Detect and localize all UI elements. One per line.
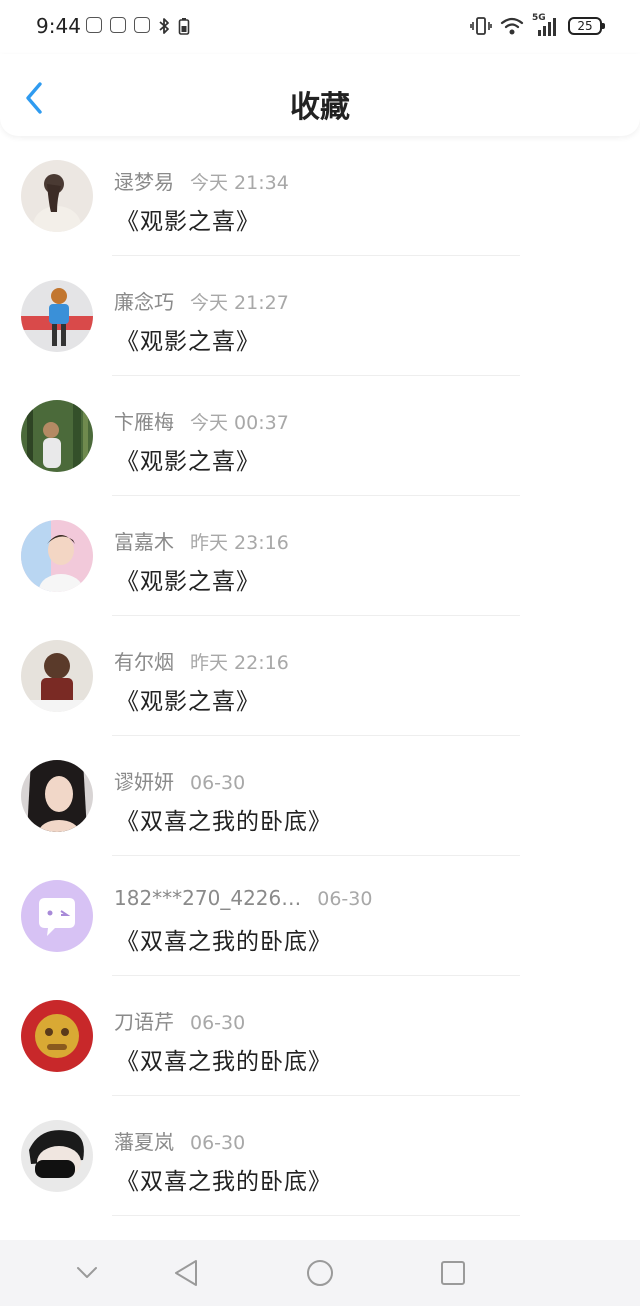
item-name: 卞雁梅 今天 00:37 [114, 406, 289, 435]
item-name: 谬妍妍 06-30 [114, 766, 245, 795]
item-title: 《观影之喜》 [116, 329, 260, 355]
avatar [21, 160, 93, 232]
item-time: 今天 21:34 [190, 172, 289, 194]
author-name: 富嘉木 [114, 530, 174, 554]
item-title: 《观影之喜》 [116, 569, 260, 595]
wifi-icon [500, 17, 524, 35]
author-name: 卞雁梅 [114, 410, 174, 434]
item-name: 182***270_4226… 06-30 [114, 886, 372, 910]
battery-icon: 25 [568, 17, 605, 35]
avatar [21, 760, 93, 832]
bluetooth-icon [159, 18, 169, 34]
vibrate-icon [470, 17, 492, 35]
item-name: 廉念巧 今天 21:27 [114, 286, 289, 315]
item-time: 今天 00:37 [190, 412, 289, 434]
item-title: 《双喜之我的卧底》 [116, 929, 332, 955]
item-name: 富嘉木 昨天 23:16 [114, 526, 289, 555]
author-name: 谬妍妍 [114, 770, 174, 794]
item-name: 刀语芹 06-30 [114, 1006, 245, 1035]
list-item[interactable]: 富嘉木 昨天 23:16 《观影之喜》 [0, 496, 640, 616]
app-notification-icon [110, 17, 126, 33]
avatar [21, 1120, 93, 1192]
item-time: 06-30 [190, 1012, 246, 1034]
author-name: 有尔烟 [114, 650, 174, 674]
back-triangle-icon [175, 1260, 197, 1286]
item-title: 《双喜之我的卧底》 [116, 809, 332, 835]
item-title: 《双喜之我的卧底》 [116, 1049, 332, 1075]
avatar [21, 280, 93, 352]
item-title: 《双喜之我的卧底》 [116, 1169, 332, 1195]
avatar [21, 880, 93, 952]
recents-square-icon [441, 1261, 465, 1285]
author-name: 逯梦易 [114, 170, 174, 194]
collapse-button[interactable] [67, 1253, 107, 1293]
back-nav-button[interactable] [166, 1253, 206, 1293]
battery-small-icon [178, 18, 190, 35]
list-item[interactable]: 廉念巧 今天 21:27 《观影之喜》 [0, 256, 640, 376]
system-nav-bar [0, 1240, 640, 1306]
author-name: 藩夏岚 [114, 1130, 174, 1154]
header: 收藏 [0, 54, 640, 136]
status-bar: 9:44 5G 25 [0, 0, 640, 54]
item-title: 《观影之喜》 [116, 449, 260, 475]
favorites-list: 逯梦易今天 21:34 《观影之喜》 廉念巧今天 21:27 《观影之喜》 [0, 136, 640, 1216]
app-notification-icon [86, 17, 102, 33]
status-right-icons: 5G 25 [470, 13, 605, 37]
avatar [21, 520, 93, 592]
item-title: 《观影之喜》 [116, 209, 260, 235]
page-title: 收藏 [290, 90, 350, 125]
avatar [21, 640, 93, 712]
signal-icon: 5G [532, 13, 560, 37]
item-time: 06-30 [190, 772, 246, 794]
list-item[interactable]: 刀语芹 06-30 《双喜之我的卧底》 [0, 976, 640, 1096]
author-name: 廉念巧 [114, 290, 174, 314]
item-name: 逯梦易 今天 21:34 [114, 166, 289, 195]
item-time: 昨天 22:16 [190, 652, 289, 674]
notification-icons [86, 17, 190, 35]
avatar [21, 1000, 93, 1072]
list-item[interactable]: 谬妍妍 06-30 《双喜之我的卧底》 [0, 736, 640, 856]
author-name: 刀语芹 [114, 1010, 174, 1034]
item-name: 藩夏岚 06-30 [114, 1126, 245, 1155]
item-time: 06-30 [190, 1132, 246, 1154]
avatar [21, 400, 93, 472]
list-item[interactable]: 逯梦易 今天 21:34 《观影之喜》 [0, 136, 640, 256]
list-item[interactable]: 182***270_4226… 06-30 《双喜之我的卧底》 [0, 856, 640, 976]
item-time: 今天 21:27 [190, 292, 289, 314]
list-item[interactable]: 藩夏岚 06-30 《双喜之我的卧底》 [0, 1096, 640, 1216]
list-item[interactable]: 有尔烟 昨天 22:16 《观影之喜》 [0, 616, 640, 736]
app-notification-icon [134, 17, 150, 33]
author-name: 182***270_4226… [114, 886, 302, 910]
home-circle-icon [307, 1260, 333, 1286]
chevron-down-icon [77, 1267, 97, 1278]
home-button[interactable] [300, 1253, 340, 1293]
list-item[interactable]: 卞雁梅 今天 00:37 《观影之喜》 [0, 376, 640, 496]
item-time: 昨天 23:16 [190, 532, 289, 554]
status-time: 9:44 [36, 14, 81, 38]
item-title: 《观影之喜》 [116, 689, 260, 715]
recents-button[interactable] [433, 1253, 473, 1293]
item-time: 06-30 [317, 888, 373, 910]
item-name: 有尔烟 昨天 22:16 [114, 646, 289, 675]
divider [112, 1215, 520, 1216]
